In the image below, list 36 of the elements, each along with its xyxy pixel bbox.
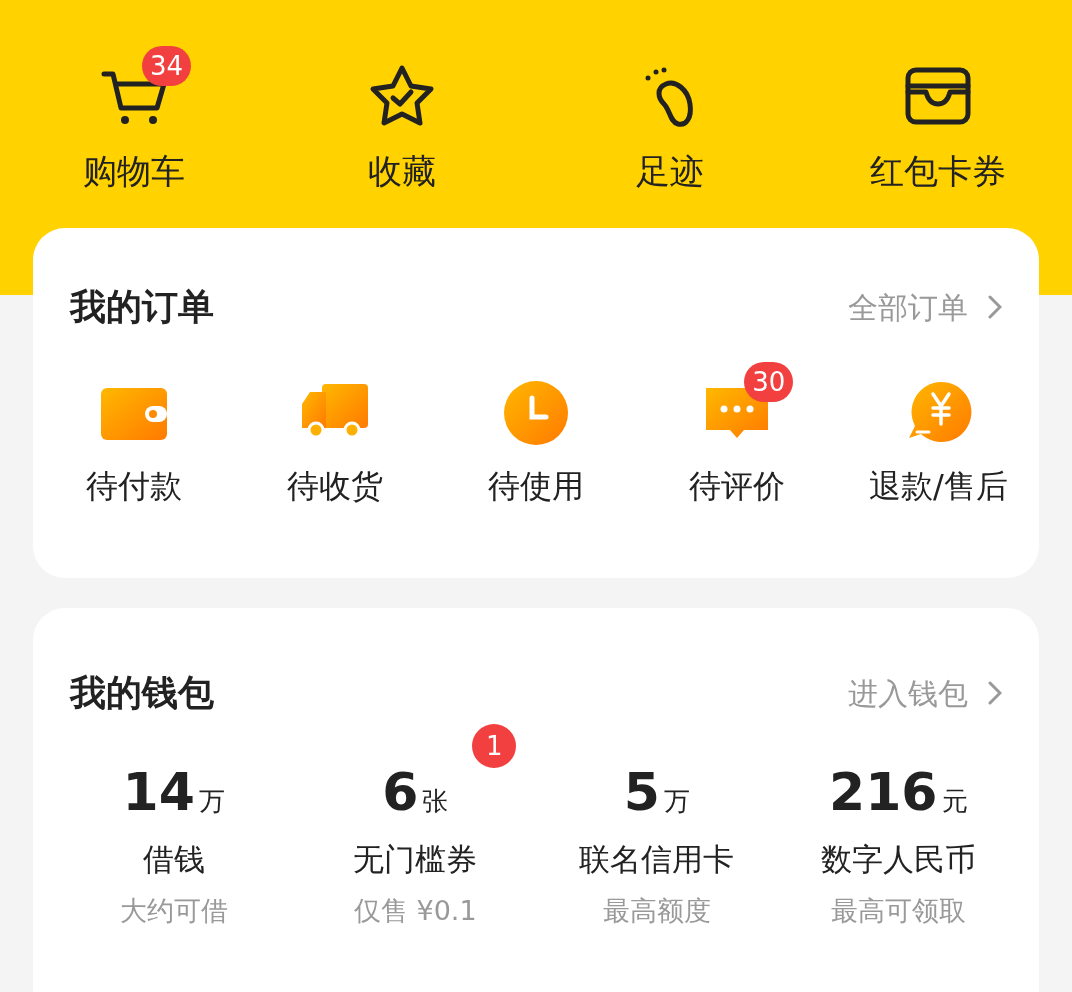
wallet-item[interactable]: 5 万 联名信用卡 最高额度	[536, 720, 778, 931]
shortcut-button[interactable]: 足迹	[536, 42, 804, 197]
order-status-button[interactable]: 30 待评价	[636, 358, 838, 510]
wallet-unit: 元	[941, 785, 968, 818]
wallet-label: 数字人民币	[820, 840, 976, 879]
wallet-sublabel: 最高额度	[602, 893, 711, 928]
wallet-unit: 万	[198, 785, 225, 818]
count-badge: 34	[142, 46, 192, 86]
wallet-label: 无门槛券	[353, 840, 478, 879]
wallet-value: 6	[382, 761, 419, 824]
wallet-sublabel: 仅售 ¥0.1	[353, 893, 477, 928]
shortcut-button[interactable]: 红包卡券	[804, 42, 1072, 197]
wallet-unit: 张	[422, 785, 449, 818]
wallet-unit: 万	[663, 785, 690, 818]
wallet-value: 216	[828, 761, 938, 824]
wallet-item[interactable]: 216 元 数字人民币 最高可领取	[777, 720, 1019, 931]
shortcut-button[interactable]: 34 购物车	[0, 42, 268, 197]
count-badge: 30	[744, 362, 794, 402]
order-status-button[interactable]: 待收货	[234, 358, 436, 510]
wallet-sublabel: 最高可领取	[830, 893, 966, 928]
chevron-right-icon	[988, 295, 1002, 319]
count-badge: 1	[472, 724, 517, 768]
wallet-item[interactable]: 6 张 1 无门槛券 仅售 ¥0.1	[294, 720, 536, 931]
order-status-button[interactable]: 待使用	[435, 358, 637, 510]
wallet-label: 联名信用卡	[579, 840, 735, 879]
wallet-value: 5	[623, 761, 660, 824]
order-status-button[interactable]: 待付款	[33, 358, 235, 510]
chevron-right-icon	[988, 681, 1002, 705]
wallet-item[interactable]: 14 万 借钱 大约可借	[53, 720, 295, 931]
order-status-button[interactable]: 退款/售后	[837, 358, 1039, 510]
section-title: 我的订单	[70, 285, 214, 329]
shortcut-button[interactable]: 收藏	[268, 42, 536, 197]
wallet-value: 14	[122, 761, 195, 824]
wallet-label: 借钱	[142, 840, 205, 879]
wallet-sublabel: 大约可借	[119, 893, 228, 928]
section-title: 我的钱包	[70, 671, 214, 715]
